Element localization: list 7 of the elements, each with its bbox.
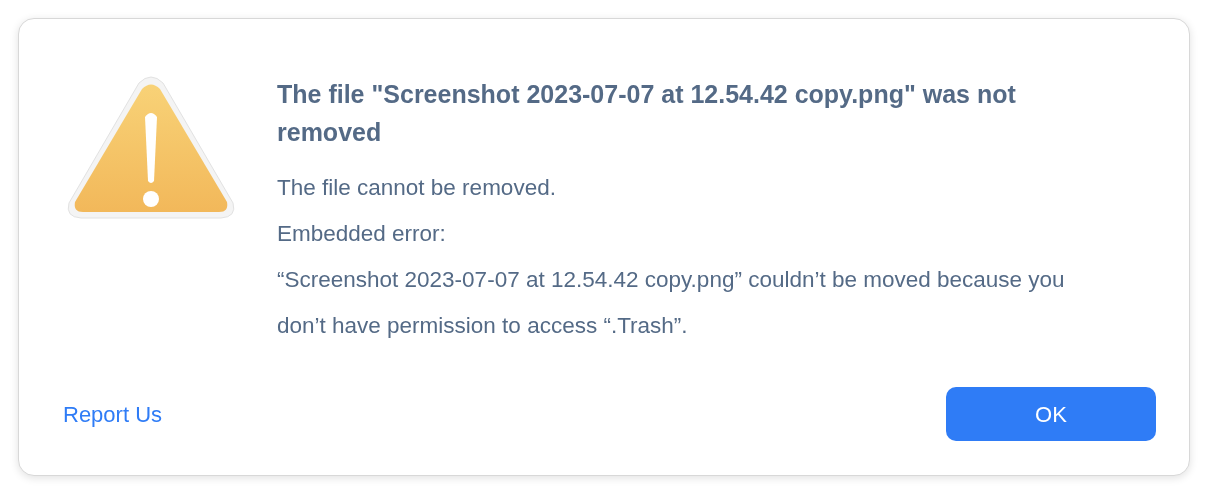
message-text: “Screenshot 2023-07-07 at 12.54.42 copy.png” couldn’t be moved because you don’t have permission to access “.Trash”. [277, 266, 1066, 340]
report-link[interactable]: Report Us [63, 397, 163, 431]
ok-button[interactable]: OK [946, 387, 1156, 441]
dialog-title: The file "Screenshot 2023-07-07 at 12.54.42 copy.png" was not removed [277, 79, 1017, 148]
message-text: Embedded error: [277, 220, 447, 248]
warning-icon [65, 75, 237, 221]
message-text: The file cannot be removed. [277, 174, 557, 202]
